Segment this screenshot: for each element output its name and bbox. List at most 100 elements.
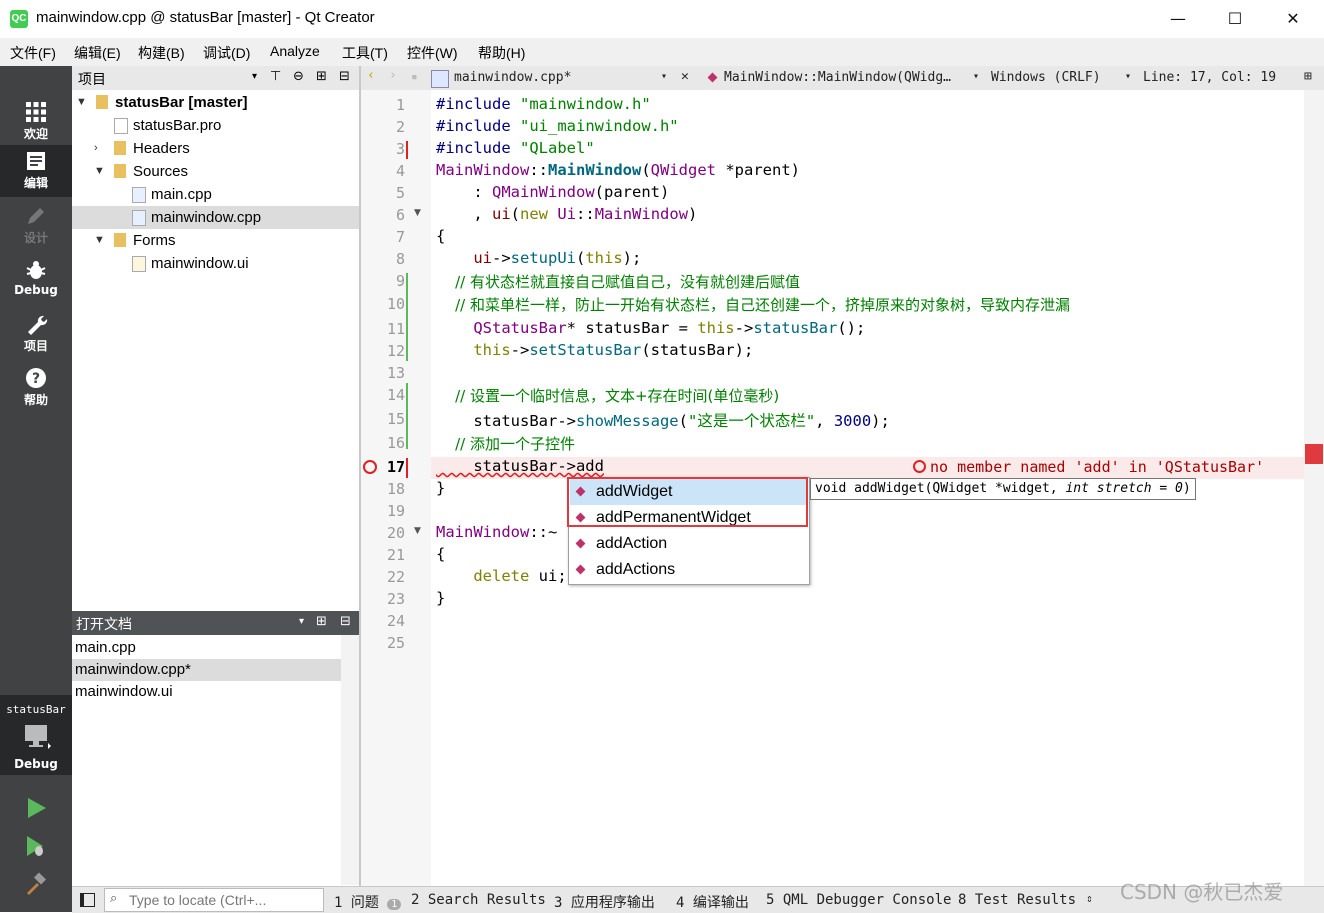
line-number: 2 [395, 118, 405, 136]
code-line-5: : QMainWindow(parent) [436, 183, 670, 201]
chevron-updown-icon[interactable]: ⇕ [1086, 892, 1093, 905]
tree-item-mainwindow-cpp[interactable]: mainwindow.cpp [72, 206, 359, 229]
line-number: 10 [386, 295, 405, 313]
open-doc-item[interactable]: main.cpp [72, 637, 341, 659]
chevron-down-icon[interactable]: ▾ [1125, 71, 1131, 82]
chevron-down-icon[interactable]: ▾ [661, 71, 667, 82]
completion-item[interactable]: addActions [570, 557, 808, 583]
menu-build[interactable]: 构建(B) [138, 43, 185, 63]
grid-icon [26, 102, 46, 122]
panel-dropdown-icon[interactable]: ▾ [299, 616, 304, 627]
change-marker [406, 273, 408, 361]
close-panel-icon[interactable]: ⊟ [339, 69, 350, 84]
close-file-icon[interactable]: ✕ [681, 69, 689, 84]
mode-design[interactable]: 设计 [0, 200, 72, 252]
line-number: 25 [386, 634, 405, 652]
chevron-down-icon[interactable]: ▼ [94, 229, 105, 252]
debug-run-icon[interactable] [24, 834, 48, 858]
chevron-down-icon[interactable]: ▾ [973, 71, 979, 82]
code-line-9: // 有状态栏就直接自己赋值自己，没有就创建后赋值 [436, 273, 800, 291]
code-line-2: #include "ui_mainwindow.h" [436, 117, 679, 135]
folder-icon [114, 233, 126, 247]
menu-help[interactable]: 帮助(H) [478, 43, 525, 63]
menu-bar: 文件(F) 编辑(E) 构建(B) 调试(D) Analyze 工具(T) 控件… [0, 38, 1324, 67]
menu-debug[interactable]: 调试(D) [203, 43, 250, 63]
minimize-button[interactable]: — [1149, 0, 1207, 38]
code-line-20: MainWindow::~ [436, 523, 558, 541]
line-number: 23 [386, 590, 405, 608]
line-number: 18 [386, 480, 405, 498]
close-panel-icon[interactable]: ⊟ [340, 614, 351, 629]
menu-file[interactable]: 文件(F) [10, 43, 56, 63]
sidebar-toggle-icon[interactable] [80, 893, 95, 907]
run-icon[interactable] [24, 796, 48, 820]
menu-analyze[interactable]: Analyze [270, 43, 320, 59]
forward-arrow-icon[interactable]: › [389, 68, 397, 83]
line-ending-combo[interactable]: Windows (CRLF) [991, 70, 1101, 85]
menu-widgets[interactable]: 控件(W) [407, 43, 458, 63]
menu-edit[interactable]: 编辑(E) [74, 43, 121, 63]
symbol-combo[interactable]: MainWindow::MainWindow(QWidg… [724, 70, 951, 85]
cursor-position[interactable]: Line: 17, Col: 19 [1143, 70, 1276, 85]
status-tab-tests[interactable]: 8 Test Results [958, 892, 1076, 908]
open-docs-scrollbar[interactable] [341, 635, 359, 885]
mode-welcome[interactable]: 欢迎 [0, 96, 72, 148]
build-hammer-icon[interactable] [24, 872, 48, 896]
project-panel-header: 项目 ▾ ⊤ ⊖ ⊞ ⊟ [72, 66, 359, 91]
fold-arrow-icon[interactable]: ▼ [414, 208, 421, 218]
folder-icon [114, 164, 126, 178]
back-arrow-icon[interactable]: ‹ [367, 68, 375, 83]
split-icon[interactable]: ⊞ [316, 614, 327, 629]
line-number: 3 [395, 140, 405, 158]
status-tab-qml[interactable]: 5 QML Debugger Console [766, 892, 951, 908]
panel-dropdown-icon[interactable]: ▾ [252, 71, 257, 82]
locator-input[interactable]: ⌕ Type to locate (Ctrl+... [104, 888, 324, 912]
line-number: 7 [395, 228, 405, 246]
split-icon[interactable]: ⊞ [316, 69, 327, 84]
mode-projects[interactable]: 项目 [0, 308, 72, 360]
method-icon [575, 538, 586, 549]
tree-item-mainwindow-ui[interactable]: mainwindow.ui [72, 252, 359, 275]
watermark: CSDN @秋已杰爱 [1120, 880, 1284, 904]
maximize-button[interactable]: ☐ [1206, 0, 1264, 38]
mode-help[interactable]: ? 帮助 [0, 362, 72, 414]
code-line-1: #include "mainwindow.h" [436, 95, 651, 113]
open-doc-item[interactable]: mainwindow.cpp* [72, 659, 341, 681]
link-icon[interactable]: ⊖ [293, 69, 304, 84]
mode-bar: 欢迎 编辑 设计 Debug 项目 ? 帮助 statusBar Debug [0, 90, 72, 912]
status-tab-issues[interactable]: 1 问题 1 [334, 892, 402, 912]
kit-selector[interactable]: statusBar Debug [0, 695, 72, 775]
editor-scrollbar[interactable] [1304, 90, 1324, 886]
tree-item-headers[interactable]: › Headers [72, 137, 359, 160]
monitor-icon [25, 725, 51, 749]
split-editor-icon[interactable]: ⊞ [1304, 69, 1312, 84]
tree-item-project[interactable]: ▼ statusBar [master] [72, 91, 359, 114]
completion-item[interactable]: addAction [570, 531, 808, 557]
filter-icon[interactable]: ⊤ [270, 69, 281, 84]
status-tab-app-output[interactable]: 3 应用程序输出 [554, 892, 655, 912]
tree-item-forms[interactable]: ▼ Forms [72, 229, 359, 252]
error-marker-icon[interactable] [363, 460, 377, 474]
title-bar: QC mainwindow.cpp @ statusBar [master] -… [0, 0, 1324, 38]
kit-mode-label: Debug [14, 757, 58, 771]
mode-edit[interactable]: 编辑 [0, 145, 72, 197]
chevron-down-icon[interactable]: ▼ [94, 160, 105, 183]
tree-item-main-cpp[interactable]: main.cpp [72, 183, 359, 206]
project-tree: ▼ statusBar [master] statusBar.pro › Hea… [72, 90, 359, 611]
tree-item-pro[interactable]: statusBar.pro [72, 114, 359, 137]
chevron-right-icon[interactable]: › [94, 137, 98, 160]
fold-arrow-icon[interactable]: ▼ [414, 526, 421, 536]
tree-item-sources[interactable]: ▼ Sources [72, 160, 359, 183]
mode-debug[interactable]: Debug [0, 254, 72, 306]
code-line-4: MainWindow::MainWindow(QWidget *parent) [436, 161, 800, 179]
chevron-down-icon[interactable]: ▼ [76, 91, 87, 114]
close-button[interactable]: ✕ [1264, 0, 1322, 38]
open-docs-list: main.cpp mainwindow.cpp* mainwindow.ui [72, 635, 359, 885]
editor-toolbar: ‹ › ▪ mainwindow.cpp* ▾ ✕ MainWindow::Ma… [361, 66, 1324, 91]
status-tab-search[interactable]: 2 Search Results [411, 892, 546, 908]
status-tab-compile[interactable]: 4 编译输出 [676, 892, 749, 912]
menu-tools[interactable]: 工具(T) [342, 43, 388, 63]
line-number: 9 [395, 272, 405, 290]
current-file-combo[interactable]: mainwindow.cpp* [454, 70, 571, 85]
open-doc-item[interactable]: mainwindow.ui [72, 681, 341, 703]
